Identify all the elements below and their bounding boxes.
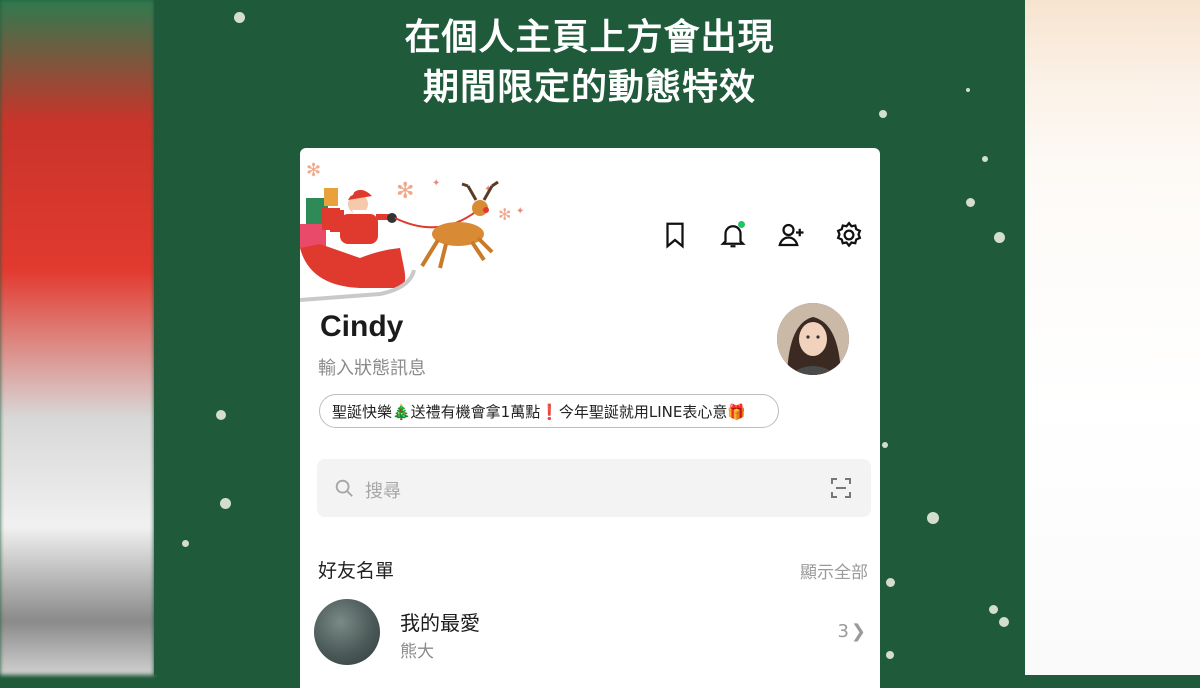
snowflake <box>182 540 189 547</box>
gear-icon[interactable] <box>832 218 866 252</box>
snowflake <box>966 88 970 92</box>
favorites-avatar <box>314 599 380 665</box>
svg-text:✻: ✻ <box>396 179 414 204</box>
add-friend-icon[interactable] <box>774 218 808 252</box>
favorites-subtitle: 熊大 <box>400 642 434 662</box>
svg-text:✻: ✻ <box>498 205 511 224</box>
show-all-link[interactable]: 顯示全部 <box>800 558 868 583</box>
snowflake <box>994 232 1005 243</box>
favorites-count-value: 3 <box>837 621 849 642</box>
headline-line-2: 期間限定的動態特效 <box>422 67 756 108</box>
status-message-input[interactable]: 輸入狀態訊息 <box>318 354 426 380</box>
snowflake <box>927 512 939 524</box>
announcement-banner[interactable]: 聖誕快樂🎄送禮有機會拿1萬點❗今年聖誕就用LINE表心意🎁 <box>319 394 779 428</box>
snowflake <box>886 651 894 659</box>
snowflake <box>879 110 887 118</box>
snowflake <box>886 578 895 587</box>
snowflake <box>216 410 226 420</box>
snowflake <box>966 198 975 207</box>
bell-icon[interactable] <box>716 218 750 252</box>
snowflake <box>882 442 888 448</box>
santa-sleigh-illustration: ✻ ✻ ✻ ✦ ✦ ✦ <box>300 160 524 302</box>
search-placeholder: 搜尋 <box>365 481 401 502</box>
snowflake <box>999 617 1009 627</box>
chevron-right-icon: ❯ <box>850 621 866 642</box>
headline-line-1: 在個人主頁上方會出現 <box>404 17 775 58</box>
svg-text:✦: ✦ <box>432 178 440 189</box>
snowflake <box>982 156 988 162</box>
profile-avatar[interactable] <box>777 303 849 375</box>
favorites-row[interactable]: 我的最愛 熊大 3 ❯ <box>314 599 870 665</box>
friends-section-title: 好友名單 <box>318 560 395 582</box>
qr-scan-icon[interactable] <box>829 476 853 500</box>
snowflake <box>989 605 998 614</box>
search-icon <box>335 479 353 497</box>
search-bar[interactable]: 搜尋 <box>317 459 871 517</box>
blurred-left-edge <box>0 0 154 675</box>
bookmark-icon[interactable] <box>658 218 692 252</box>
snowflake <box>234 12 245 23</box>
svg-text:✻: ✻ <box>306 160 321 181</box>
blurred-right-edge <box>1025 0 1200 675</box>
profile-header-actions <box>658 218 866 252</box>
favorites-label: 我的最愛 <box>400 611 480 635</box>
svg-text:✦: ✦ <box>516 206 524 217</box>
favorites-count: 3 ❯ <box>837 621 866 642</box>
profile-name[interactable]: Cindy <box>320 310 403 344</box>
notification-dot <box>738 221 745 228</box>
profile-screen: ✻ ✻ ✻ ✦ ✦ ✦ Cindy 輸入狀態訊息 聖誕快樂🎄送禮有機會拿1萬點❗… <box>300 148 880 688</box>
snowflake <box>220 498 231 509</box>
